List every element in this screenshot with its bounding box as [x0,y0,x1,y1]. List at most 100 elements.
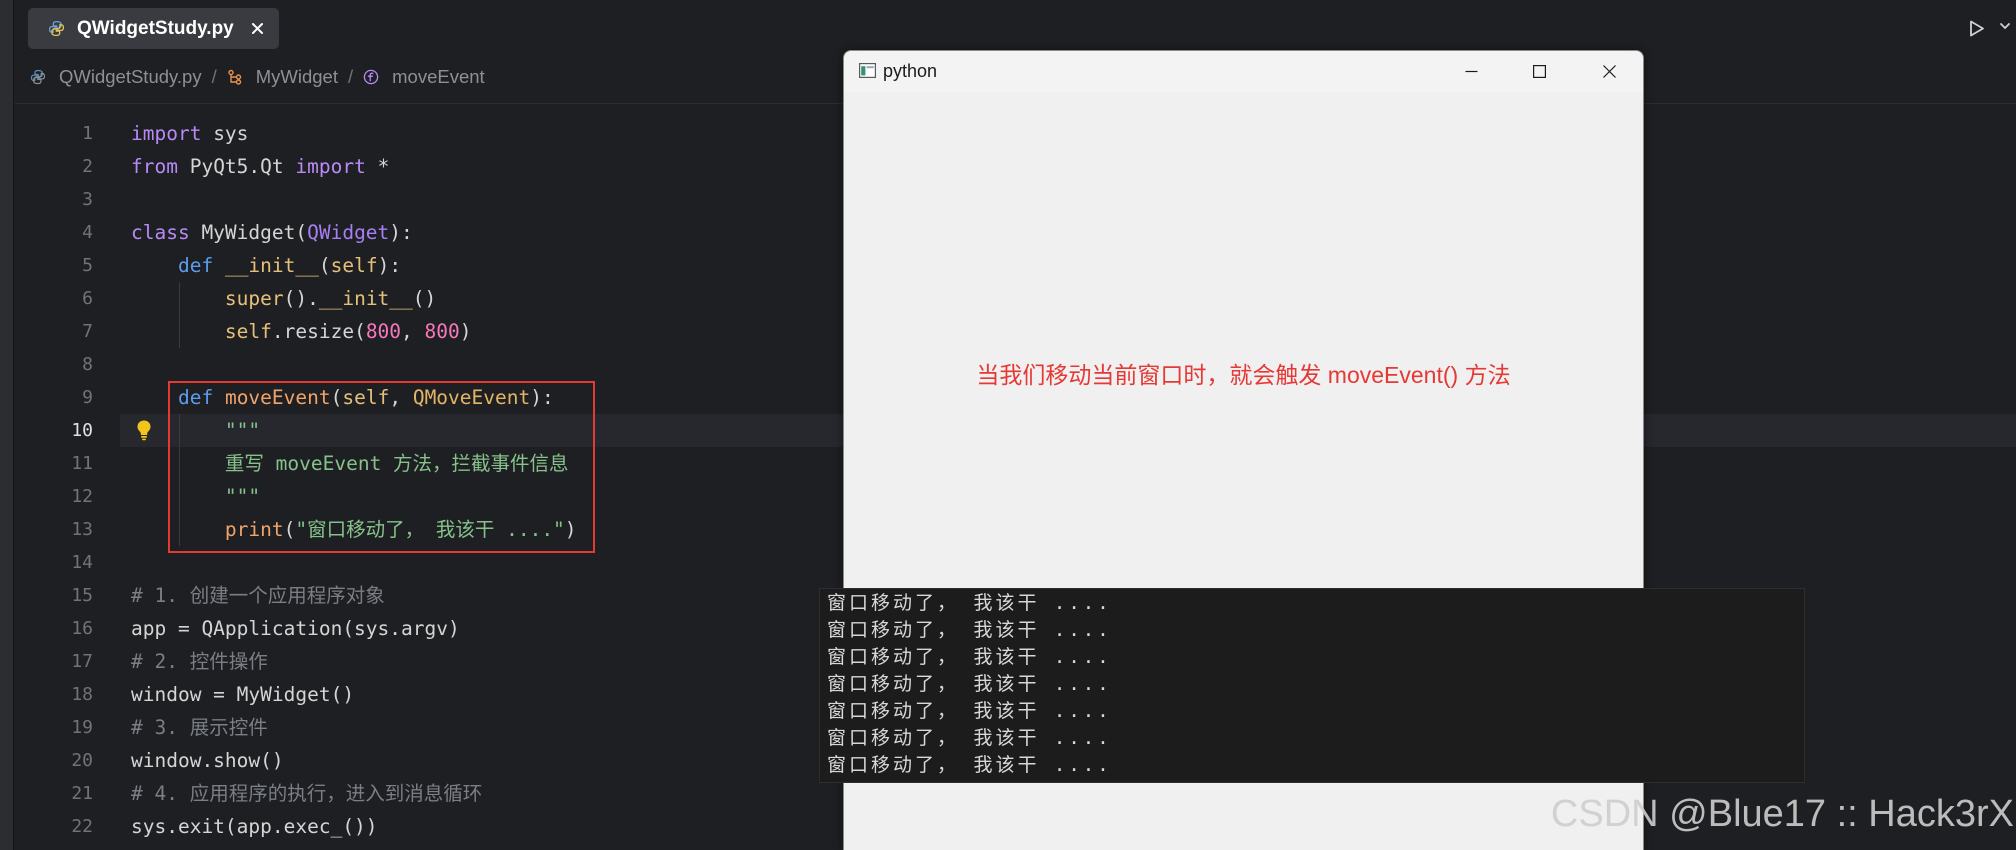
code-text[interactable]: app = QApplication(sys.argv) [131,612,460,645]
code-text[interactable]: def __init__(self): [131,249,401,282]
python-file-icon [48,20,65,37]
console-output-line: 窗口移动了， 我该干 .... [827,619,1112,641]
token-keyword: from [131,155,178,178]
token-code-text: ) [459,320,472,343]
token-string-literal: 重写 moveEvent 方法，拦截事件信息 [224,452,569,475]
code-text[interactable]: print("窗口移动了， 我该干 ....") [131,513,577,546]
maximize-button[interactable] [1510,51,1568,92]
minimize-icon [1465,70,1478,73]
token-code-text [131,320,225,343]
code-text[interactable]: window = MyWidget() [131,678,354,711]
run-icon[interactable] [1968,19,1986,38]
token-builtin-name: super [224,287,284,310]
token-code-text: ( [283,518,296,541]
line-number[interactable]: 20 [30,744,93,777]
code-text[interactable]: self.resize(800, 800) [131,315,472,348]
code-text[interactable]: # 1. 创建一个应用程序对象 [131,579,385,612]
code-text[interactable]: window.show() [131,744,284,777]
line-number[interactable]: 7 [30,315,93,348]
line-number[interactable]: 22 [30,810,93,843]
breadcrumb-separator: / [347,66,354,87]
line-number[interactable]: 3 [30,183,93,216]
line-number[interactable]: 1 [30,117,93,150]
line-number[interactable]: 18 [30,678,93,711]
token-code-text: window.show() [131,749,284,772]
lightbulb-icon[interactable] [135,419,153,441]
console-output-line: 窗口移动了， 我该干 .... [827,727,1112,749]
code-text[interactable]: # 2. 控件操作 [131,645,268,678]
breadcrumb: QWidgetStudy.py / MyWidget / moveEvent [30,64,485,90]
chevron-down-icon[interactable] [1999,21,2011,31]
line-number[interactable]: 15 [30,579,93,612]
token-number-literal: 800 [424,320,460,343]
line-number[interactable]: 13 [30,513,93,546]
token-comment: # 1. 创建一个应用程序对象 [131,584,385,607]
breadcrumb-item-class[interactable]: MyWidget [227,66,338,88]
token-keyword: class [131,221,190,244]
window-titlebar[interactable]: python [844,51,1643,92]
code-text[interactable]: sys.exit(app.exec_()) [131,810,378,843]
code-text[interactable]: from PyQt5.Qt import * [131,150,389,183]
token-code-text [131,386,178,409]
token-code-text: ): [530,386,554,409]
line-number[interactable]: 21 [30,777,93,810]
class-icon [228,69,241,85]
token-code-text: app = QApplication(sys.argv) [131,617,460,640]
token-code-text [131,254,178,277]
token-code-text [131,485,225,508]
token-keyword: import [131,122,202,145]
console-output-line: 窗口移动了， 我该干 .... [827,700,1112,722]
console-output-panel[interactable]: 窗口移动了， 我该干 .... 窗口移动了， 我该干 .... 窗口移动了， 我… [819,588,1805,783]
token-self-param: self [330,254,378,277]
line-number[interactable]: 19 [30,711,93,744]
line-number[interactable]: 4 [30,216,93,249]
minimize-button[interactable] [1442,51,1500,92]
token-code-text: window = MyWidget() [131,683,355,706]
breadcrumb-item-method[interactable]: moveEvent [363,66,485,88]
line-number[interactable]: 2 [30,150,93,183]
token-def-keyword: def [177,386,214,409]
line-number[interactable]: 12 [30,480,93,513]
line-number[interactable]: 6 [30,282,93,315]
editor-tab-qwidgetstudy[interactable]: QWidgetStudy.py [28,8,279,49]
token-code-text: (). [283,287,319,310]
line-number[interactable]: 9 [30,381,93,414]
token-code-text [131,518,225,541]
code-text[interactable]: """ [131,480,260,513]
token-string-literal: """ [224,485,261,508]
breadcrumb-label: moveEvent [392,66,485,87]
token-function-name: moveEvent [224,386,331,409]
token-keyword: import [295,155,366,178]
indent-guide [179,414,180,546]
token-code-text: ): [377,254,402,277]
function-icon [363,69,379,85]
close-button[interactable] [1580,51,1638,92]
code-text[interactable]: super().__init__() [131,282,436,315]
line-number[interactable]: 16 [30,612,93,645]
token-self-param: self [224,320,272,343]
code-text[interactable]: # 4. 应用程序的执行，进入到消息循环 [131,777,482,810]
line-number[interactable]: 17 [30,645,93,678]
line-number[interactable]: 11 [30,447,93,480]
line-number[interactable]: 5 [30,249,93,282]
close-icon[interactable] [251,22,264,35]
line-number[interactable]: 8 [30,348,93,381]
token-code-text: ) [564,518,577,541]
line-number[interactable]: 10 [30,414,93,447]
close-icon [1603,65,1616,78]
code-text[interactable]: 重写 moveEvent 方法，拦截事件信息 [131,447,569,480]
code-text[interactable]: import sys [131,117,248,150]
token-code-text: ( [318,254,331,277]
token-function-name: print [224,518,284,541]
breadcrumb-item-file[interactable]: QWidgetStudy.py [30,66,202,88]
line-number[interactable]: 14 [30,546,93,579]
token-code-text: , [401,320,425,343]
token-code-text: .resize( [271,320,366,343]
token-comment: # 2. 控件操作 [131,650,268,673]
code-text[interactable]: def moveEvent(self, QMoveEvent): [131,381,554,414]
code-text[interactable]: # 3. 展示控件 [131,711,268,744]
token-code-text: ): [389,221,413,244]
maximize-icon [1533,65,1547,79]
code-text[interactable]: class MyWidget(QWidget): [131,216,413,249]
token-code-text [213,386,225,409]
